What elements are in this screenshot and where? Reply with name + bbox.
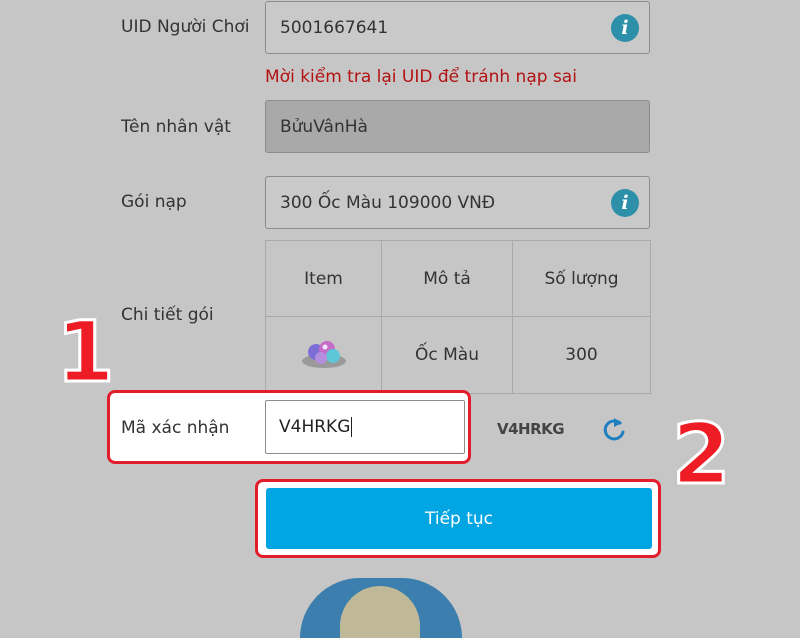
uid-warning: Mời kiểm tra lại UID để tránh nạp sai <box>265 67 577 87</box>
package-value: 300 Ốc Màu 109000 VNĐ <box>280 192 496 213</box>
character-field: BửuVânHà <box>265 100 650 153</box>
character-banner-image <box>300 578 462 638</box>
table-header-row: Item Mô tả Số lượng <box>265 240 651 317</box>
package-select[interactable]: 300 Ốc Màu 109000 VNĐ i <box>265 176 650 229</box>
character-value: BửuVânHà <box>280 116 368 137</box>
table-row: Ốc Màu 300 <box>265 316 651 394</box>
quantity-cell: 300 <box>512 316 651 394</box>
package-detail-table: Item Mô tả Số lượng Ốc Màu 300 <box>265 240 651 394</box>
continue-button[interactable]: Tiếp tục <box>266 488 652 549</box>
captcha-input-value: V4HRKG <box>279 417 351 437</box>
captcha-input[interactable]: V4HRKG <box>265 400 465 454</box>
character-art <box>340 586 420 638</box>
package-label: Gói nạp <box>121 192 187 212</box>
uid-value: 5001667641 <box>280 17 389 38</box>
gem-item-icon <box>300 337 348 369</box>
header-description: Mô tả <box>381 240 513 317</box>
text-caret <box>351 417 353 437</box>
step-1-marker: 1 <box>54 303 115 401</box>
info-icon[interactable]: i <box>611 14 639 42</box>
header-item: Item <box>265 240 382 317</box>
description-cell: Ốc Màu <box>381 316 513 394</box>
captcha-label: Mã xác nhận <box>121 418 230 438</box>
uid-label: UID Người Chơi <box>121 17 250 37</box>
detail-label: Chi tiết gói <box>121 305 214 325</box>
header-quantity: Số lượng <box>512 240 651 317</box>
step-2-marker: 2 <box>670 405 731 503</box>
refresh-icon[interactable] <box>600 416 628 444</box>
item-cell <box>265 316 382 394</box>
character-label: Tên nhân vật <box>121 117 231 137</box>
uid-field[interactable]: 5001667641 i <box>265 1 650 54</box>
captcha-image: V4HRKG <box>497 420 565 438</box>
info-icon[interactable]: i <box>611 189 639 217</box>
